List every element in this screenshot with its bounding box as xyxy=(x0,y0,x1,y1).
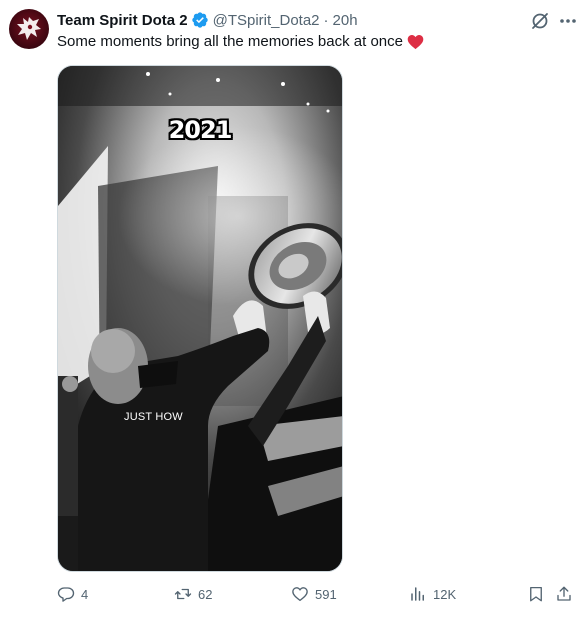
team-spirit-logo-icon xyxy=(17,17,41,40)
tweet-text: Some moments bring all the memories back… xyxy=(57,32,424,52)
separator-dot: · xyxy=(323,11,329,29)
views-count: 12K xyxy=(433,586,457,602)
video-overlay-year: 2021 xyxy=(168,116,233,144)
like-count: 591 xyxy=(315,586,337,602)
verified-badge-icon xyxy=(191,12,208,28)
heart-emoji-icon xyxy=(407,35,424,50)
reply-count: 4 xyxy=(81,586,89,602)
more-button[interactable] xyxy=(557,10,579,32)
repost-count: 62 xyxy=(198,586,213,602)
reply-button[interactable]: 4 xyxy=(57,584,88,604)
grok-button[interactable] xyxy=(530,11,550,31)
like-icon xyxy=(292,587,308,602)
timestamp[interactable]: 20h xyxy=(333,12,358,29)
bookmark-icon xyxy=(530,586,542,602)
reply-icon xyxy=(57,587,75,602)
display-name[interactable]: Team Spirit Dota 2 xyxy=(57,12,188,29)
share-button[interactable] xyxy=(555,584,573,604)
repost-icon xyxy=(174,588,192,600)
bookmark-button[interactable] xyxy=(527,584,545,604)
repost-button[interactable]: 62 xyxy=(174,584,212,604)
grok-icon xyxy=(532,13,548,29)
more-icon xyxy=(560,19,576,23)
like-button[interactable]: 591 xyxy=(291,584,337,604)
avatar[interactable] xyxy=(9,9,49,49)
tweet-video[interactable]: 2021 JUST HOW xyxy=(57,65,343,572)
tweet[interactable]: Team Spirit Dota 2 @TSpirit_Dota2 · 20h … xyxy=(0,0,584,618)
tweet-actions: 4 62 591 12K xyxy=(57,584,577,604)
views-button[interactable]: 12K xyxy=(409,584,456,604)
tweet-header: Team Spirit Dota 2 @TSpirit_Dota2 · 20h xyxy=(57,9,358,31)
tweet-text-content: Some moments bring all the memories back… xyxy=(57,33,403,50)
share-icon xyxy=(557,586,571,601)
video-overlay-subtitle: JUST HOW xyxy=(124,411,183,423)
views-icon xyxy=(411,587,424,601)
user-handle[interactable]: @TSpirit_Dota2 xyxy=(213,12,320,29)
